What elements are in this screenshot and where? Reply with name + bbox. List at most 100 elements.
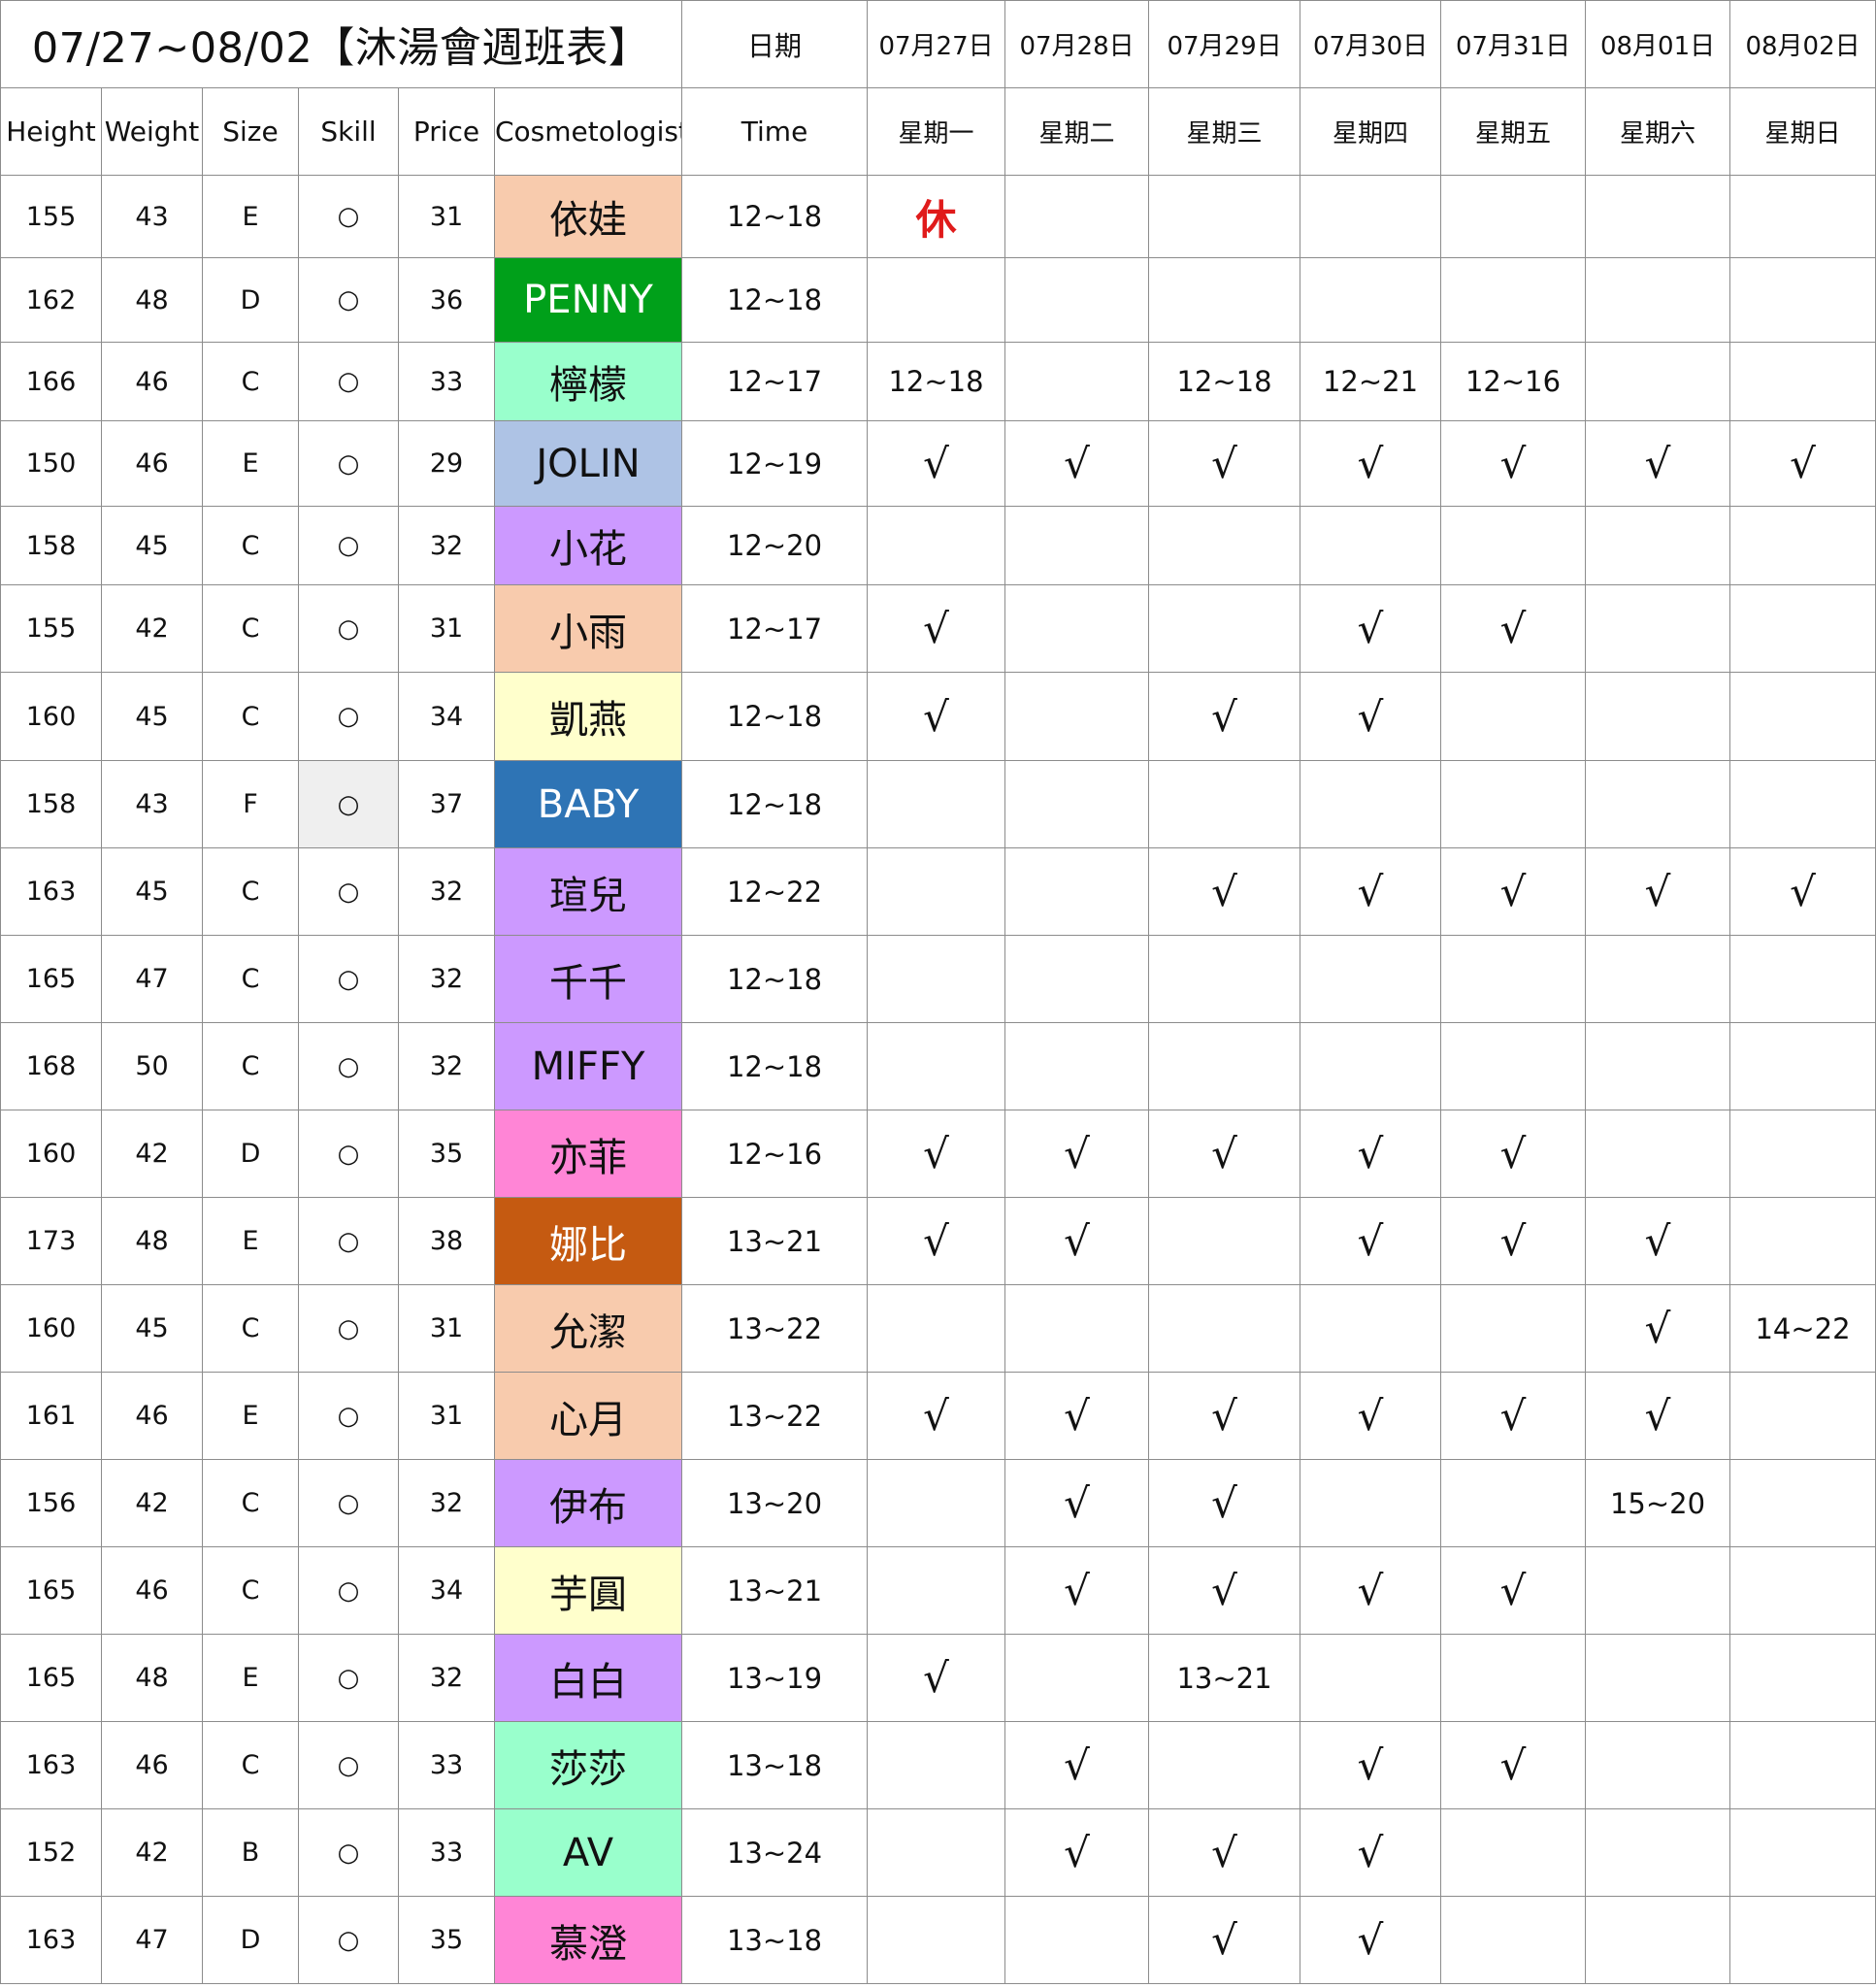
table-row: 160 42 D ○ 35 亦菲 12~16 √ √ √ √ √ [0, 1110, 1876, 1198]
schedule-cell [1440, 1284, 1587, 1373]
schedule-cell: 12~18 [867, 342, 1006, 421]
schedule-cell [1729, 175, 1876, 258]
table-row: 165 47 C ○ 32 千千 12~18 [0, 935, 1876, 1023]
schedule-cell [1729, 1197, 1876, 1285]
schedule-cell [1004, 935, 1150, 1023]
price-cell: 31 [398, 1284, 495, 1373]
weekday-header: 星期五 [1440, 87, 1587, 176]
schedule-cell [1440, 1022, 1587, 1110]
table-row: 156 42 C ○ 32 伊布 13~20 √ √ 15~20 [0, 1459, 1876, 1547]
schedule-cell [1148, 1284, 1301, 1373]
schedule-title: 07/27~08/02【沐湯會週班表】 [0, 0, 683, 88]
price-cell: 33 [398, 1808, 495, 1897]
time-cell: 12~18 [681, 935, 869, 1023]
schedule-cell [1440, 935, 1587, 1023]
schedule-cell [1729, 1459, 1876, 1547]
cosmetologist-name: MIFFY [493, 1022, 683, 1110]
weight-cell: 46 [101, 1721, 203, 1809]
schedule-cell: 13~21 [1148, 1634, 1301, 1722]
table-row: 163 45 C ○ 32 瑄兒 12~22 √ √ √ √ √ [0, 847, 1876, 936]
schedule-cell: √ [1300, 1721, 1442, 1809]
schedule-cell [1729, 1546, 1876, 1635]
schedule-cell [1004, 584, 1150, 673]
schedule-cell [1585, 1721, 1731, 1809]
price-cell: 29 [398, 420, 495, 507]
weight-cell: 42 [101, 1459, 203, 1547]
table-row: 150 46 E ○ 29 JOLIN 12~19 √ √ √ √ √ √ √ [0, 420, 1876, 507]
cosmetologist-name: 凱燕 [493, 672, 683, 761]
size-cell: C [202, 1022, 299, 1110]
weekday-header: 星期三 [1148, 87, 1301, 176]
size-cell: C [202, 506, 299, 585]
cosmetologist-name: 娜比 [493, 1197, 683, 1285]
schedule-cell: √ [1585, 420, 1731, 507]
schedule-cell [1585, 257, 1731, 343]
schedule-cell: √ [1440, 1721, 1587, 1809]
size-cell: C [202, 342, 299, 421]
schedule-cell [867, 257, 1006, 343]
weekday-header: 星期六 [1585, 87, 1731, 176]
schedule-body: 07/27~08/02【沐湯會週班表】 日期 07月27日 07月28日 07月… [0, 0, 1876, 1984]
time-cell: 13~24 [681, 1808, 869, 1897]
schedule-cell [1300, 935, 1442, 1023]
price-cell: 37 [398, 760, 495, 848]
schedule-cell [867, 1721, 1006, 1809]
time-cell: 12~18 [681, 672, 869, 761]
schedule-cell: √ [1440, 1197, 1587, 1285]
schedule-cell [1004, 175, 1150, 258]
schedule-cell: √ [1585, 1284, 1731, 1373]
schedule-cell [1729, 257, 1876, 343]
skill-cell: ○ [298, 1721, 399, 1809]
time-cell: 12~18 [681, 760, 869, 848]
table-row: 162 48 D ○ 36 PENNY 12~18 [0, 257, 1876, 343]
height-cell: 158 [0, 506, 102, 585]
date-header: 08月02日 [1729, 0, 1876, 88]
schedule-cell: √ [1300, 1110, 1442, 1198]
schedule-cell: √ [1004, 1459, 1150, 1547]
weight-cell: 46 [101, 1546, 203, 1635]
weekday-header: 星期日 [1729, 87, 1876, 176]
table-row: 160 45 C ○ 31 允潔 13~22 √ 14~22 [0, 1284, 1876, 1373]
cosmetologist-name: JOLIN [493, 420, 683, 507]
schedule-cell: √ [1440, 420, 1587, 507]
schedule-cell [1004, 1896, 1150, 1984]
schedule-cell: √ [1300, 672, 1442, 761]
schedule-cell [1004, 342, 1150, 421]
price-cell: 36 [398, 257, 495, 343]
table-row: 168 50 C ○ 32 MIFFY 12~18 [0, 1022, 1876, 1110]
schedule-cell [1440, 506, 1587, 585]
schedule-cell [1585, 506, 1731, 585]
schedule-cell: √ [867, 672, 1006, 761]
schedule-cell: 12~18 [1148, 342, 1301, 421]
table-row: 173 48 E ○ 38 娜比 13~21 √ √ √ √ √ [0, 1197, 1876, 1285]
date-header: 07月29日 [1148, 0, 1301, 88]
table-row: 152 42 B ○ 33 AV 13~24 √ √ √ [0, 1808, 1876, 1897]
weight-cell: 43 [101, 175, 203, 258]
schedule-cell [1004, 672, 1150, 761]
skill-cell: ○ [298, 1110, 399, 1198]
cosmetologist-name: 白白 [493, 1634, 683, 1722]
table-row: 161 46 E ○ 31 心月 13~22 √ √ √ √ √ √ [0, 1372, 1876, 1460]
schedule-cell: √ [1004, 1721, 1150, 1809]
height-cell: 163 [0, 1721, 102, 1809]
schedule-cell [1729, 1808, 1876, 1897]
schedule-cell [1585, 935, 1731, 1023]
skill-cell: ○ [298, 1372, 399, 1460]
price-cell: 32 [398, 1022, 495, 1110]
price-cell: 35 [398, 1896, 495, 1984]
table-row: 158 45 C ○ 32 小花 12~20 [0, 506, 1876, 585]
height-cell: 160 [0, 1110, 102, 1198]
column-header-cosmetologist: Cosmetologist [493, 87, 683, 176]
skill-cell: ○ [298, 847, 399, 936]
schedule-cell: √ [1148, 1546, 1301, 1635]
schedule-cell [1729, 1022, 1876, 1110]
time-cell: 13~21 [681, 1197, 869, 1285]
size-cell: E [202, 1197, 299, 1285]
weight-cell: 48 [101, 1634, 203, 1722]
schedule-table: 07/27~08/02【沐湯會週班表】 日期 07月27日 07月28日 07月… [0, 0, 1876, 1984]
schedule-cell [1440, 257, 1587, 343]
height-cell: 163 [0, 1896, 102, 1984]
skill-cell: ○ [298, 506, 399, 585]
schedule-cell: √ [1729, 420, 1876, 507]
schedule-cell: √ [1300, 1808, 1442, 1897]
